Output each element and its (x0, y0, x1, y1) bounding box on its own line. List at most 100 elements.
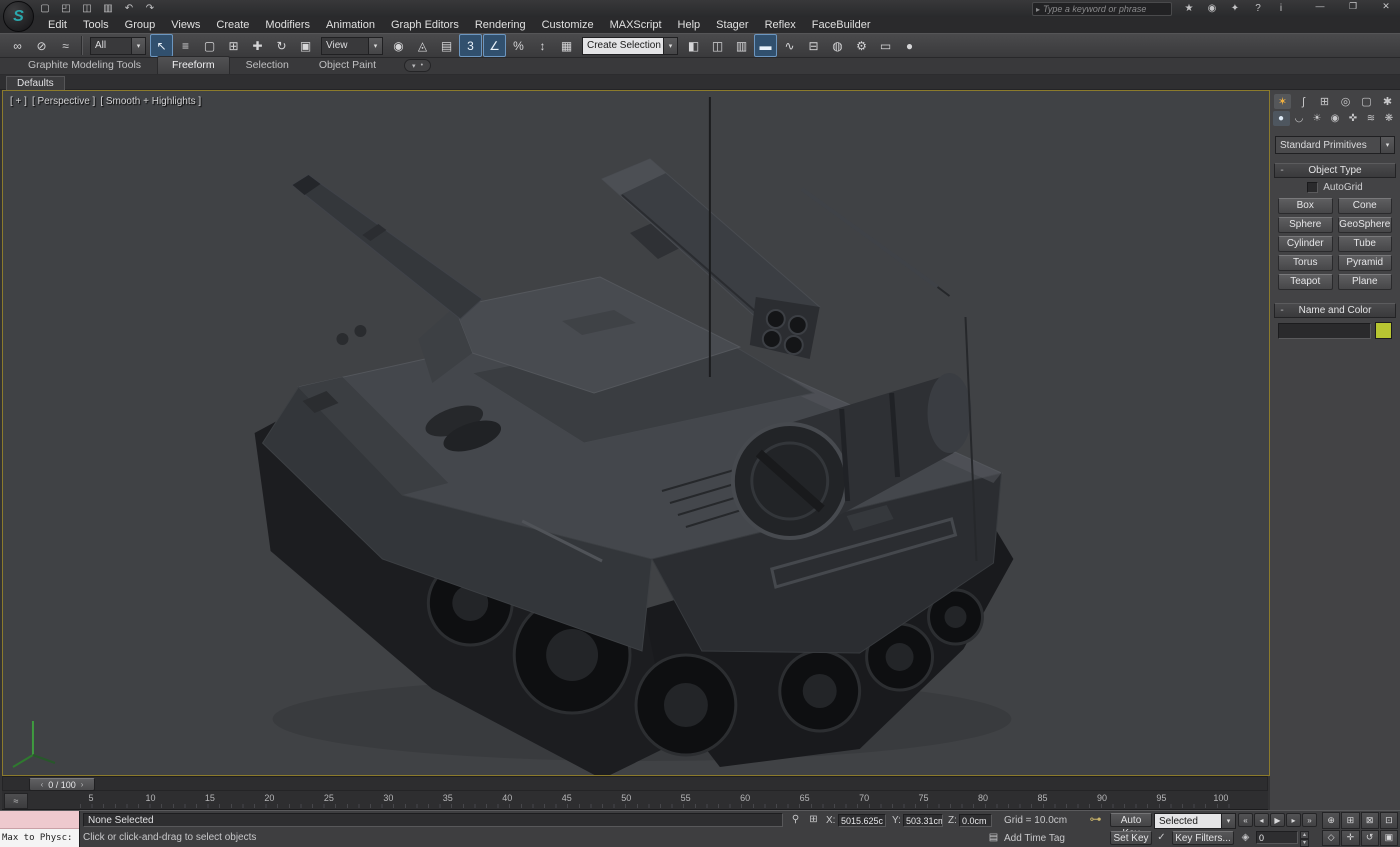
viewport-menu[interactable]: [ + ] (10, 96, 27, 107)
viewport-menu[interactable]: [ Smooth + Highlights ] (100, 96, 201, 107)
y-coordinate-field[interactable]: 503.31cm (903, 814, 943, 827)
schematic-view-icon[interactable]: ⊟ (802, 34, 825, 57)
maximize-button[interactable]: ❐ (1345, 1, 1361, 12)
frame-spinner[interactable]: ▴ ▾ (1300, 831, 1309, 845)
menubar-item[interactable]: Rendering (467, 17, 534, 33)
communication-center-icon[interactable]: ◉ (1205, 2, 1219, 15)
next-frame-button[interactable]: ▸ (1286, 813, 1301, 827)
open-mini-curve-editor-button[interactable]: ≈ (4, 793, 28, 809)
undo-icon[interactable]: ↶ (122, 2, 136, 15)
3ds-max-logo[interactable]: S (3, 1, 34, 32)
category-shapes-icon[interactable]: ◡ (1291, 111, 1308, 126)
graphite-ribbon-toggle-icon[interactable]: ▬ (754, 34, 777, 57)
align-icon[interactable]: ◫ (706, 34, 729, 57)
ribbon-options-icon[interactable]: • (421, 62, 423, 69)
collapse-icon[interactable]: - (1275, 165, 1289, 176)
current-frame-field[interactable]: 0 (1256, 831, 1298, 844)
timeline-ruler[interactable]: 5101520253035404550556065707580859095100 (80, 793, 1232, 808)
category-geometry-icon[interactable]: ● (1273, 111, 1290, 126)
minimize-button[interactable]: — (1312, 1, 1328, 12)
angle-snap-toggle-icon[interactable]: ∠ (483, 34, 506, 57)
menubar-item[interactable]: Help (670, 17, 709, 33)
menubar-item[interactable]: FaceBuilder (804, 17, 879, 33)
tab-motion-icon[interactable]: ◎ (1337, 94, 1354, 109)
close-button[interactable]: ✕ (1378, 1, 1394, 12)
ribbon-tab[interactable]: Object Paint (305, 57, 390, 74)
menubar-item[interactable]: Customize (534, 17, 602, 33)
rectangular-selection-region-icon[interactable]: ▢ (198, 34, 221, 57)
auto-key-button[interactable]: Auto Key (1110, 813, 1152, 827)
macro-recorder-pane[interactable] (0, 811, 79, 829)
chevron-down-icon[interactable]: ▾ (1221, 814, 1235, 828)
key-filters-button[interactable]: Key Filters... (1172, 831, 1234, 845)
render-production-icon[interactable]: ● (898, 34, 921, 57)
category-systems-icon[interactable]: ❋ (1381, 111, 1398, 126)
autogrid-checkbox[interactable] (1307, 182, 1318, 193)
spinner-down-icon[interactable]: ▾ (1300, 839, 1309, 847)
select-and-link-icon[interactable]: ∞ (6, 34, 29, 57)
menubar-item[interactable]: Group (117, 17, 164, 33)
key-set-dropdown[interactable]: Selected ▾ (1154, 813, 1236, 829)
collapse-icon[interactable]: - (1275, 305, 1289, 316)
layer-manager-icon[interactable]: ▥ (730, 34, 753, 57)
category-helpers-icon[interactable]: ✜ (1345, 111, 1362, 126)
search-go-icon[interactable]: ▸ (1036, 5, 1040, 14)
bind-to-space-warp-icon[interactable]: ≈ (54, 34, 77, 57)
z-coordinate-field[interactable]: 0.0cm (959, 814, 992, 827)
next-frame-arrow-icon[interactable]: › (81, 780, 84, 789)
object-color-swatch[interactable] (1375, 322, 1392, 339)
time-tag-icon[interactable]: ▤ (986, 831, 1001, 845)
previous-frame-arrow-icon[interactable]: ‹ (41, 780, 44, 789)
menubar-item[interactable]: Views (163, 17, 208, 33)
object-type-button[interactable]: Cylinder (1278, 236, 1333, 252)
object-name-input[interactable] (1278, 323, 1371, 339)
tab-hierarchy-icon[interactable]: ⊞ (1316, 94, 1333, 109)
percent-snap-toggle-icon[interactable]: % (507, 34, 530, 57)
primitives-dropdown[interactable]: Standard Primitives ▾ (1275, 136, 1395, 154)
object-type-button[interactable]: Tube (1338, 236, 1393, 252)
zoom-icon[interactable]: ⊕ (1322, 812, 1340, 829)
name-color-rollout-header[interactable]: - Name and Color (1274, 303, 1396, 318)
reference-coordinate-dropdown[interactable]: View ▾ (321, 37, 383, 55)
viewport-menu[interactable]: [ Perspective ] (32, 96, 95, 107)
spinner-up-icon[interactable]: ▴ (1300, 831, 1309, 839)
add-time-tag[interactable]: Add Time Tag (1004, 833, 1065, 844)
category-space-warps-icon[interactable]: ≋ (1363, 111, 1380, 126)
object-type-button[interactable]: GeoSphere (1338, 217, 1393, 233)
object-type-button[interactable]: Torus (1278, 255, 1333, 271)
category-lights-icon[interactable]: ☀ (1309, 111, 1326, 126)
object-type-button[interactable]: Box (1278, 198, 1333, 214)
mirror-icon[interactable]: ◧ (682, 34, 705, 57)
zoom-extents-icon[interactable]: ⊠ (1361, 812, 1379, 829)
chevron-down-icon[interactable]: ▾ (131, 38, 145, 54)
select-and-scale-icon[interactable]: ▣ (294, 34, 317, 57)
zoom-all-icon[interactable]: ⊞ (1341, 812, 1359, 829)
set-key-button[interactable]: Set Key (1110, 831, 1152, 845)
tab-create-icon[interactable]: ✶ (1274, 94, 1291, 109)
chevron-down-icon[interactable]: ▾ (1380, 137, 1394, 153)
render-setup-icon[interactable]: ⚙ (850, 34, 873, 57)
material-editor-icon[interactable]: ◍ (826, 34, 849, 57)
ribbon-minimize-toggle[interactable]: ▾• (404, 59, 431, 72)
tab-defaults[interactable]: Defaults (6, 76, 65, 91)
object-type-button[interactable]: Cone (1338, 198, 1393, 214)
object-type-button[interactable]: Plane (1338, 274, 1393, 290)
zoom-region-icon[interactable]: ◇ (1322, 830, 1340, 847)
help-icon[interactable]: ? (1251, 2, 1265, 15)
chevron-down-icon[interactable]: ▾ (663, 38, 677, 54)
snaps-toggle-icon[interactable]: 3 (459, 34, 482, 57)
favorites-star-icon[interactable]: ★ (1182, 2, 1196, 15)
spinner-snap-toggle-icon[interactable]: ↕ (531, 34, 554, 57)
ribbon-tab[interactable]: Selection (232, 57, 303, 74)
save-file-icon[interactable]: ◫ (80, 2, 94, 15)
set-key-mode-icon[interactable]: ⊶ (1088, 812, 1103, 826)
listener-pane[interactable]: Max to Physc: (0, 829, 79, 847)
tab-modify-icon[interactable]: ʃ (1295, 94, 1312, 109)
ribbon-minimize-icon[interactable]: ▾ (412, 62, 416, 70)
ribbon-tab[interactable]: Freeform (157, 56, 230, 74)
new-scene-icon[interactable]: ▢ (38, 2, 52, 15)
object-type-button[interactable]: Sphere (1278, 217, 1333, 233)
chevron-down-icon[interactable]: ▾ (368, 38, 382, 54)
absolute-mode-toggle[interactable]: ⊞ (806, 813, 821, 827)
menubar-item[interactable]: Graph Editors (383, 17, 467, 33)
